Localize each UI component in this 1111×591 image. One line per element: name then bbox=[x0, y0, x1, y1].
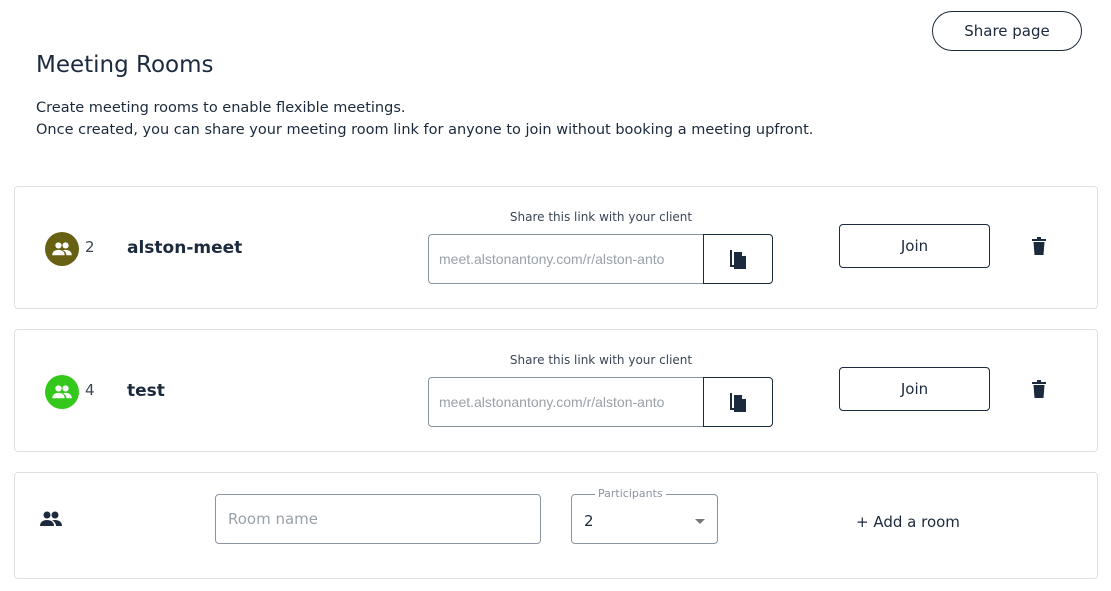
copy-icon bbox=[730, 250, 746, 269]
description-line: Once created, you can share your meeting… bbox=[36, 122, 814, 138]
participant-count: 4 bbox=[85, 381, 95, 399]
people-icon bbox=[45, 375, 79, 409]
copy-link-button[interactable] bbox=[703, 377, 773, 427]
participant-count: 2 bbox=[85, 238, 95, 256]
dropdown-arrow-icon bbox=[695, 518, 705, 524]
room-card: 4 test Share this link with your client … bbox=[14, 329, 1098, 452]
room-link-input[interactable] bbox=[428, 234, 704, 284]
room-name-input[interactable] bbox=[215, 494, 541, 544]
participants-label: Participants bbox=[595, 487, 666, 500]
join-button[interactable]: Join bbox=[839, 367, 990, 411]
copy-link-button[interactable] bbox=[703, 234, 773, 284]
description-line: Create meeting rooms to enable flexible … bbox=[36, 100, 406, 116]
page-title: Meeting Rooms bbox=[36, 52, 214, 78]
participants-select[interactable]: 2 bbox=[571, 494, 718, 544]
people-icon bbox=[45, 232, 79, 266]
add-room-button[interactable]: + Add a room bbox=[856, 513, 960, 531]
room-link-input[interactable] bbox=[428, 377, 704, 427]
trash-icon[interactable] bbox=[1032, 380, 1046, 402]
room-card: 2 alston-meet Share this link with your … bbox=[14, 186, 1098, 309]
new-room-card: 2 Participants + Add a room bbox=[14, 472, 1098, 579]
room-name: test bbox=[127, 381, 165, 401]
copy-icon bbox=[730, 393, 746, 412]
trash-icon[interactable] bbox=[1032, 237, 1046, 259]
share-page-button[interactable]: Share page bbox=[932, 11, 1082, 51]
share-link-label: Share this link with your client bbox=[509, 353, 693, 367]
room-name: alston-meet bbox=[127, 238, 243, 258]
share-link-label: Share this link with your client bbox=[509, 210, 693, 224]
participants-value: 2 bbox=[584, 512, 594, 530]
page-description: Create meeting rooms to enable flexible … bbox=[36, 97, 813, 141]
join-button[interactable]: Join bbox=[839, 224, 990, 268]
people-icon bbox=[39, 510, 63, 532]
